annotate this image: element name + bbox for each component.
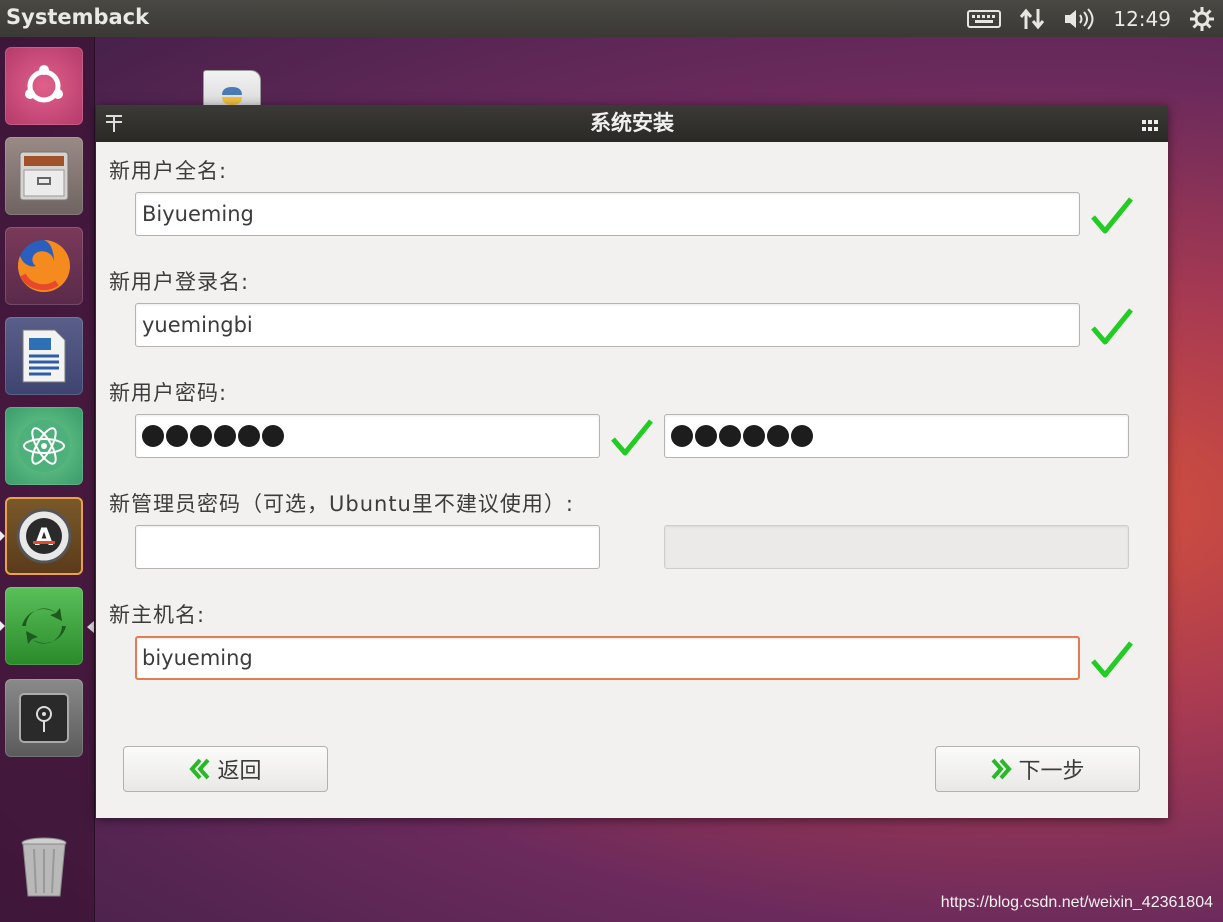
file-cabinet-icon[interactable] [5, 137, 83, 215]
password-dot [719, 425, 741, 447]
back-button[interactable]: 返回 [123, 746, 328, 792]
hostname-input[interactable]: biyueming [135, 636, 1080, 680]
password-dot [214, 425, 236, 447]
ubuntu-dash-icon[interactable] [5, 47, 83, 125]
password-dot [695, 425, 717, 447]
launcher: A [0, 37, 95, 922]
active-indicator [87, 621, 94, 633]
writer-document-icon[interactable] [5, 317, 83, 395]
top-panel: Systemback 12:49 [0, 0, 1223, 37]
username-check-icon [1091, 308, 1133, 345]
password-dot [166, 425, 188, 447]
dialog-title: 系统安装 [590, 111, 674, 135]
atom-icon[interactable] [5, 407, 83, 485]
password-dot [262, 425, 284, 447]
back-button-label: 返回 [217, 759, 262, 784]
next-button[interactable]: 下一步 [935, 746, 1140, 792]
password-dot [767, 425, 789, 447]
password-label: 新用户密码: [109, 381, 228, 405]
trash-icon[interactable] [5, 829, 83, 907]
firefox-icon[interactable] [5, 227, 83, 305]
svg-text:A: A [35, 523, 54, 551]
running-indicator [0, 621, 5, 631]
settings-gear-icon[interactable] [1189, 6, 1215, 32]
password-check-icon [611, 419, 653, 456]
username-input[interactable]: yuemingbi [135, 303, 1080, 347]
password-dot [238, 425, 260, 447]
running-indicator [0, 531, 5, 541]
double-chevron-right-icon [990, 758, 1013, 780]
volume-icon[interactable] [1063, 7, 1095, 30]
menu-grid-icon[interactable] [1142, 117, 1158, 136]
next-button-label: 下一步 [1018, 759, 1085, 784]
fullname-input[interactable]: Biyueming [135, 192, 1080, 236]
fullname-label: 新用户全名: [109, 159, 228, 183]
fullname-check-icon [1091, 197, 1133, 234]
password-dot [791, 425, 813, 447]
clock[interactable]: 12:49 [1113, 7, 1171, 31]
hostname-check-icon [1091, 641, 1133, 678]
install-dialog: 系统安装 新用户全名: Biyueming 新用户登录名: yuemingbi … [96, 105, 1168, 818]
root-password-confirm-input [664, 525, 1129, 569]
root-password-input[interactable] [135, 525, 600, 569]
root-password-label: 新管理员密码（可选，Ubuntu里不建议使用）: [109, 492, 574, 516]
double-chevron-left-icon [189, 758, 211, 780]
hostname-label: 新主机名: [109, 603, 206, 627]
password-input[interactable] [135, 414, 600, 458]
safe-icon[interactable] [5, 679, 83, 757]
password-dot [190, 425, 212, 447]
password-dot [743, 425, 765, 447]
software-updater-icon[interactable]: A [5, 497, 83, 575]
network-icon[interactable] [1019, 7, 1045, 31]
password-mask [142, 415, 593, 457]
password-confirm-input[interactable] [664, 414, 1129, 458]
keyboard-icon[interactable] [967, 9, 1002, 28]
watermark: https://blog.csdn.net/weixin_42361804 [940, 894, 1213, 911]
username-label: 新用户登录名: [109, 270, 250, 294]
password-confirm-mask [671, 415, 1122, 457]
password-dot [671, 425, 693, 447]
password-dot [142, 425, 164, 447]
app-title: Systemback [6, 5, 150, 29]
dialog-titlebar[interactable]: 系统安装 [96, 105, 1168, 142]
systemback-icon[interactable] [5, 587, 83, 665]
system-tray: 12:49 [967, 0, 1215, 37]
